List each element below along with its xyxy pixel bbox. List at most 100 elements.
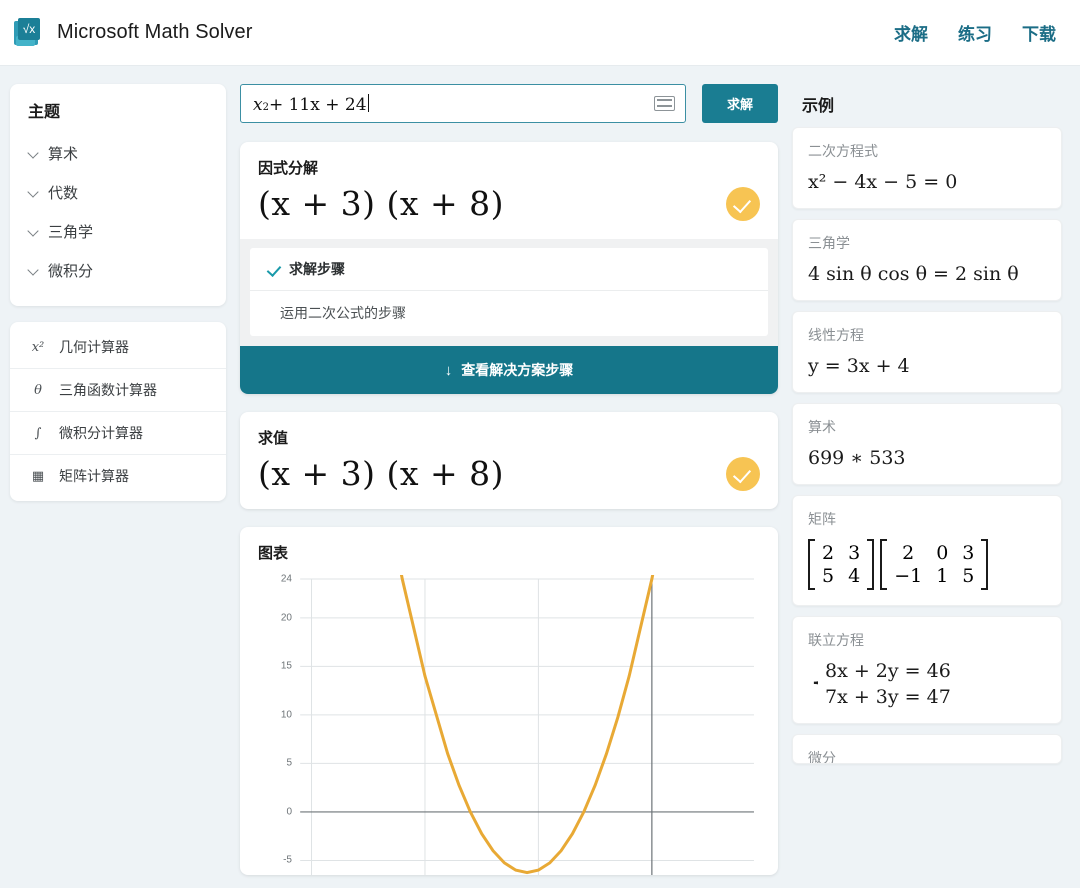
system-row: 7x + 3y = 47 [825, 686, 951, 708]
example-card-differentiation[interactable]: 微分 [792, 734, 1062, 764]
factorization-header: 因式分解 [240, 142, 778, 184]
nav-link-practice[interactable]: 练习 [958, 20, 992, 45]
example-expression: 4 sin θ cos θ = 2 sin θ [808, 263, 1046, 285]
sidebar-item-calculus[interactable]: 微积分 [28, 251, 210, 290]
evaluate-result-text: (x + 3) (x + 8) [258, 454, 504, 493]
example-label: 算术 [808, 417, 1046, 437]
evaluate-result: (x + 3) (x + 8) [258, 454, 504, 493]
parabola-curve [312, 575, 675, 873]
factorization-result: (x + 3) (x + 8) [258, 184, 504, 223]
logo-front-square: √x [18, 18, 40, 40]
matrix-a-cells: 2354 [815, 539, 867, 590]
sidebar-item-trigonometry[interactable]: 三角学 [28, 212, 210, 251]
evaluate-card: 求值 (x + 3) (x + 8) [240, 412, 778, 509]
app-header: √x Microsoft Math Solver 求解 练习 下载 [0, 0, 1080, 66]
chevron-down-icon [28, 187, 39, 198]
bracket-left [880, 539, 887, 590]
steps-title-row[interactable]: 求解步骤 [250, 248, 768, 291]
factorization-result-text: (x + 3) (x + 8) [258, 184, 504, 223]
chevron-down-icon [28, 148, 39, 159]
view-solution-steps-button[interactable]: ↓ 查看解决方案步骤 [240, 346, 778, 394]
view-solution-steps-label: 查看解决方案步骤 [461, 360, 573, 380]
grid-lines [300, 579, 760, 875]
example-expression: y = 3x + 4 [808, 355, 1046, 377]
y-tick-label: 0 [286, 806, 292, 817]
topics-panel: 主题 算术 代数 三角学 微积分 [10, 84, 226, 306]
matrix-cell: 2 [822, 542, 834, 564]
keyboard-icon[interactable] [654, 96, 675, 111]
calculator-label: 三角函数计算器 [59, 380, 157, 400]
search-row: x2 + 11x + 24 求解 [240, 84, 778, 123]
expression-input-value: x2 + 11x + 24 [253, 92, 369, 115]
solve-button[interactable]: 求解 [702, 84, 778, 123]
example-expression: x² − 4x − 5 = 0 [808, 171, 1046, 193]
sidebar-item-matrix-calculator[interactable]: ▦ 矩阵计算器 [10, 455, 226, 497]
graph-svg [258, 575, 760, 875]
matrix-cell: 5 [962, 565, 974, 587]
chart-card: 图表 2420151050-5 [240, 527, 778, 875]
example-card-quadratic[interactable]: 二次方程式 x² − 4x − 5 = 0 [792, 127, 1062, 209]
nav-link-solve[interactable]: 求解 [894, 20, 928, 45]
expression-input[interactable]: x2 + 11x + 24 [240, 84, 686, 123]
bracket-right [867, 539, 874, 590]
y-tick-label: 10 [281, 709, 292, 720]
topics-title: 主题 [28, 98, 210, 122]
matrix-cell: 2 [894, 542, 922, 564]
calculator-label: 几何计算器 [59, 337, 129, 357]
example-card-matrix[interactable]: 矩阵 2354 203−115 [792, 495, 1062, 606]
example-card-arithmetic[interactable]: 算术 699 ∗ 533 [792, 403, 1062, 485]
chevron-down-icon [28, 265, 39, 276]
topic-label: 三角学 [48, 221, 93, 242]
sidebar-item-trig-calculator[interactable]: θ 三角函数计算器 [10, 369, 226, 412]
matrix-cell: 3 [962, 542, 974, 564]
example-label: 微分 [808, 748, 1046, 764]
bracket-left [808, 539, 815, 590]
factorization-body: (x + 3) (x + 8) [240, 184, 778, 239]
card-title: 图表 [258, 542, 760, 563]
bracket-right [981, 539, 988, 590]
matrix-cell: 4 [848, 565, 860, 587]
brand[interactable]: √x Microsoft Math Solver [14, 18, 253, 48]
text-caret [368, 94, 369, 112]
check-icon [266, 263, 279, 276]
nav-link-download[interactable]: 下载 [1022, 20, 1056, 45]
y-tick-label: -5 [283, 855, 292, 866]
matrix-b: 203 −1 15 [880, 539, 988, 590]
example-expression: { 8x + 2y = 46 7x + 3y = 47 [808, 660, 1046, 708]
matrix-cell: 3 [848, 542, 860, 564]
matrix-a: 2354 [808, 539, 874, 590]
examples-title: 示例 [802, 92, 1062, 116]
evaluate-header: 求值 [240, 412, 778, 454]
card-title: 求值 [258, 427, 760, 448]
expr-rest: + 11x + 24 [269, 95, 367, 115]
sidebar-item-calculus-calculator[interactable]: ∫ 微积分计算器 [10, 412, 226, 455]
steps-section: 求解步骤 运用二次公式的步骤 [240, 239, 778, 346]
matrix-grid-icon: ▦ [28, 469, 48, 484]
example-card-system-of-equations[interactable]: 联立方程 { 8x + 2y = 46 7x + 3y = 47 [792, 616, 1062, 724]
matrix-cell: 0 [936, 542, 948, 564]
steps-title: 求解步骤 [289, 259, 345, 279]
topic-label: 代数 [48, 182, 78, 203]
y-tick-label: 5 [286, 758, 292, 769]
chevron-down-icon [28, 226, 39, 237]
example-expression: 699 ∗ 533 [808, 447, 1046, 469]
example-card-linear[interactable]: 线性方程 y = 3x + 4 [792, 311, 1062, 393]
topic-label: 算术 [48, 143, 78, 164]
example-card-trigonometry[interactable]: 三角学 4 sin θ cos θ = 2 sin θ [792, 219, 1062, 301]
example-expression: 2354 203−115 [808, 539, 1046, 590]
steps-subtitle[interactable]: 运用二次公式的步骤 [250, 291, 768, 336]
matrix-cell: 1 [936, 565, 948, 587]
check-badge-icon [726, 187, 760, 221]
graph-plot[interactable]: 2420151050-5 [258, 575, 760, 875]
example-label: 二次方程式 [808, 141, 1046, 161]
sidebar-item-geometry-calculator[interactable]: x² 几何计算器 [10, 326, 226, 369]
theta-icon: θ [28, 383, 48, 398]
y-tick-label: 24 [281, 574, 292, 585]
integral-icon: ∫ [28, 426, 48, 441]
matrix-cell: −1 [894, 565, 922, 587]
matrix-cell: 5 [822, 565, 834, 587]
examples-panel: 示例 二次方程式 x² − 4x − 5 = 0 三角学 4 sin θ cos… [792, 84, 1062, 774]
axis-lines [300, 579, 754, 875]
sidebar-item-arithmetic[interactable]: 算术 [28, 134, 210, 173]
sidebar-item-algebra[interactable]: 代数 [28, 173, 210, 212]
